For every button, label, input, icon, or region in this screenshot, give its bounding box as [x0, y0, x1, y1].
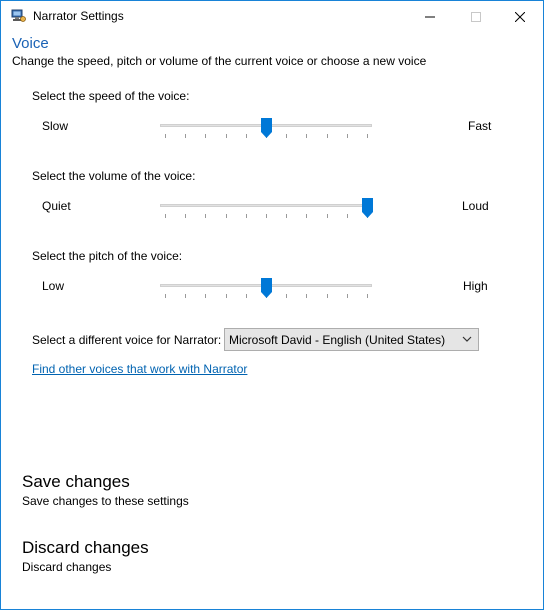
speed-label: Select the speed of the voice: — [32, 89, 190, 103]
pitch-label: Select the pitch of the voice: — [32, 249, 183, 263]
slider-tick — [225, 134, 227, 138]
slider-tick — [326, 294, 328, 298]
save-changes-button[interactable]: Save changes — [22, 472, 130, 492]
voice-dropdown[interactable]: Microsoft David - English (United States… — [224, 328, 479, 351]
slider-tick — [346, 294, 348, 298]
slider-tick — [205, 134, 207, 138]
pitch-max-label: High — [463, 279, 488, 293]
slider-tick — [165, 294, 166, 298]
slider-tick — [225, 294, 227, 298]
window-title: Narrator Settings — [33, 9, 124, 23]
slider-tick — [326, 214, 328, 218]
pitch-min-label: Low — [42, 279, 65, 293]
slider-tick — [185, 134, 187, 138]
voice-select-label: Select a different voice for Narrator: — [32, 333, 222, 347]
volume-label: Select the volume of the voice: — [32, 169, 196, 183]
slider-tick — [367, 294, 368, 298]
slider-tick — [185, 214, 187, 218]
title-bar[interactable]: Narrator Settings — [1, 1, 543, 32]
voice-subheading: Change the speed, pitch or volume of the… — [12, 54, 427, 68]
chevron-down-icon — [462, 336, 472, 342]
slider-tick — [245, 214, 247, 218]
discard-changes-button[interactable]: Discard changes — [22, 538, 149, 558]
slider-tick — [225, 214, 227, 218]
close-icon — [515, 11, 525, 22]
slider-tick — [165, 214, 166, 218]
slider-tick — [306, 214, 308, 218]
find-voices-link[interactable]: Find other voices that work with Narrato… — [32, 362, 247, 376]
slider-tick — [367, 134, 368, 138]
pitch-slider-thumb[interactable] — [260, 278, 272, 298]
slider-tick — [286, 294, 288, 298]
slider-tick — [266, 214, 267, 218]
volume-slider[interactable] — [160, 198, 373, 222]
speed-max-label: Fast — [468, 119, 492, 133]
volume-max-label: Loud — [462, 199, 489, 213]
slider-tick — [306, 294, 308, 298]
slider-tick — [286, 134, 288, 138]
slider-tick — [306, 134, 308, 138]
close-button[interactable] — [497, 1, 543, 32]
maximize-button[interactable] — [453, 1, 499, 32]
volume-min-label: Quiet — [42, 199, 71, 213]
volume-slider-ticks — [160, 214, 372, 219]
minimize-button[interactable] — [407, 1, 453, 32]
save-changes-description: Save changes to these settings — [22, 494, 189, 508]
voice-heading: Voice — [12, 35, 49, 52]
slider-tick — [346, 134, 348, 138]
speed-min-label: Slow — [42, 119, 69, 133]
slider-tick — [286, 214, 288, 218]
discard-changes-description: Discard changes — [22, 560, 112, 574]
slider-tick — [205, 294, 207, 298]
maximize-icon — [471, 11, 481, 22]
minimize-icon — [425, 16, 435, 17]
slider-tick — [245, 294, 247, 298]
narrator-app-icon — [10, 8, 26, 24]
speed-slider-thumb[interactable] — [260, 118, 272, 138]
speed-slider[interactable] — [160, 118, 372, 142]
slider-tick — [205, 214, 207, 218]
voice-dropdown-value: Microsoft David - English (United States… — [229, 333, 446, 347]
pitch-slider[interactable] — [160, 278, 372, 302]
slider-tick — [245, 134, 247, 138]
slider-tick — [185, 294, 187, 298]
volume-slider-thumb[interactable] — [361, 198, 373, 218]
volume-slider-track — [160, 204, 372, 207]
slider-tick — [326, 134, 328, 138]
slider-tick — [165, 134, 166, 138]
slider-tick — [346, 214, 348, 218]
narrator-settings-window: Narrator Settings Voice Change the speed… — [0, 0, 544, 610]
